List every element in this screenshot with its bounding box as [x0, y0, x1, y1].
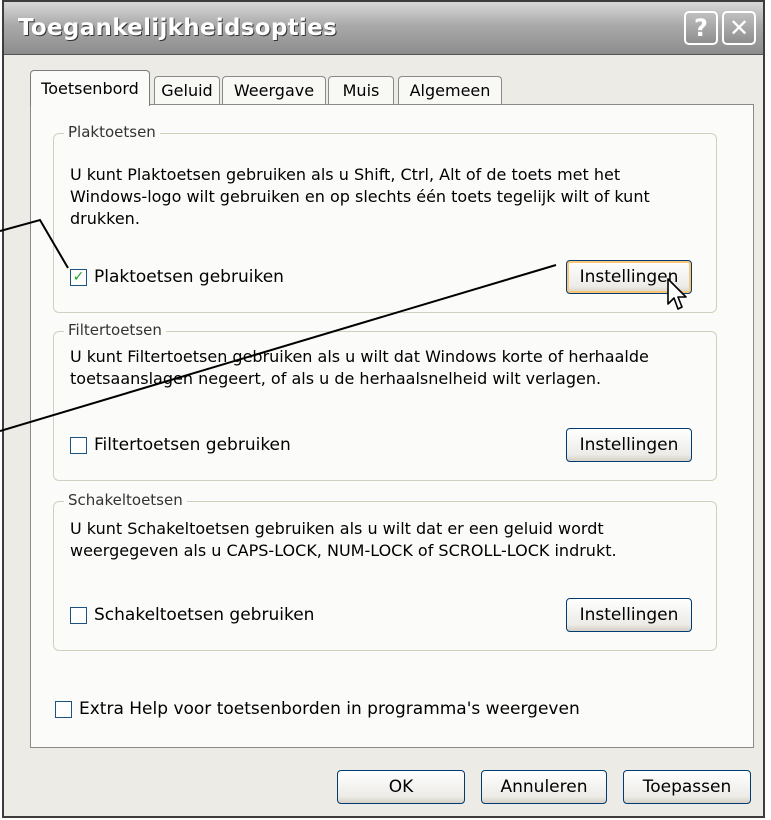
description-line: weergegeven als u CAPS-LOCK, NUM-LOCK of…	[70, 541, 617, 560]
tab-toetsenbord[interactable]: Toetsenbord	[30, 70, 150, 106]
description-line: toetsaanslagen negeert, of als u de herh…	[70, 369, 602, 388]
mouse-cursor-icon	[667, 278, 687, 310]
checkbox-box[interactable]	[70, 606, 87, 624]
group-title: Schakeltoetsen	[64, 491, 187, 509]
title-bar[interactable]: Toegankelijkheidsopties ? ✕	[4, 2, 763, 55]
group-title: Plaktoetsen	[64, 123, 160, 141]
schakeltoetsen-checkbox[interactable]: Schakeltoetsen gebruiken	[70, 605, 314, 625]
description-line: U kunt Schakeltoetsen gebruiken als u wi…	[70, 519, 604, 538]
checkbox-label: Schakeltoetsen gebruiken	[94, 605, 315, 625]
extra-help-checkbox[interactable]: Extra Help voor toetsenborden in program…	[55, 699, 580, 719]
group-plaktoetsen: Plaktoetsen U kunt Plaktoetsen gebruiken…	[53, 123, 717, 313]
checkbox-box[interactable]	[70, 436, 87, 454]
tab-geluid[interactable]: Geluid	[154, 76, 220, 104]
schakeltoetsen-settings-button[interactable]: Instellingen	[566, 598, 692, 632]
cancel-button[interactable]: Annuleren	[481, 770, 607, 804]
tab-weergave[interactable]: Weergave	[222, 76, 326, 104]
check-mark-icon: ✓	[72, 269, 85, 285]
group-description: U kunt Filtertoetsen gebruiken als u wil…	[70, 346, 649, 390]
description-line: U kunt Filtertoetsen gebruiken als u wil…	[70, 347, 649, 366]
tab-algemeen[interactable]: Algemeen	[398, 76, 502, 104]
group-filtertoetsen: Filtertoetsen U kunt Filtertoetsen gebru…	[53, 321, 717, 481]
tab-panel-toetsenbord: Plaktoetsen U kunt Plaktoetsen gebruiken…	[30, 104, 754, 748]
checkbox-box[interactable]: ✓	[70, 268, 87, 286]
close-button[interactable]: ✕	[722, 11, 756, 45]
description-line: drukken.	[70, 209, 140, 228]
group-description: U kunt Schakeltoetsen gebruiken als u wi…	[70, 518, 617, 562]
close-icon: ✕	[728, 14, 750, 42]
group-description: U kunt Plaktoetsen gebruiken als u Shift…	[70, 164, 650, 230]
checkbox-label: Extra Help voor toetsenborden in program…	[79, 699, 580, 719]
tab-muis[interactable]: Muis	[328, 76, 394, 104]
description-line: Windows-logo wilt gebruiken en op slecht…	[70, 187, 650, 206]
plaktoetsen-checkbox[interactable]: ✓ Plaktoetsen gebruiken	[70, 267, 284, 287]
description-line: U kunt Plaktoetsen gebruiken als u Shift…	[70, 165, 621, 184]
checkbox-label: Plaktoetsen gebruiken	[94, 267, 284, 287]
help-icon: ?	[694, 14, 708, 42]
checkbox-label: Filtertoetsen gebruiken	[94, 435, 291, 455]
window-title: Toegankelijkheidsopties	[18, 15, 337, 41]
apply-button[interactable]: Toepassen	[623, 770, 751, 804]
filtertoetsen-checkbox[interactable]: Filtertoetsen gebruiken	[70, 435, 291, 455]
ok-button[interactable]: OK	[337, 770, 465, 804]
group-title: Filtertoetsen	[64, 321, 166, 339]
dialog-window: Toegankelijkheidsopties ? ✕ Toetsenbord …	[2, 0, 765, 818]
filtertoetsen-settings-button[interactable]: Instellingen	[566, 428, 692, 462]
help-button[interactable]: ?	[684, 11, 718, 45]
group-schakeltoetsen: Schakeltoetsen U kunt Schakeltoetsen geb…	[53, 491, 717, 651]
checkbox-box[interactable]	[55, 700, 72, 718]
